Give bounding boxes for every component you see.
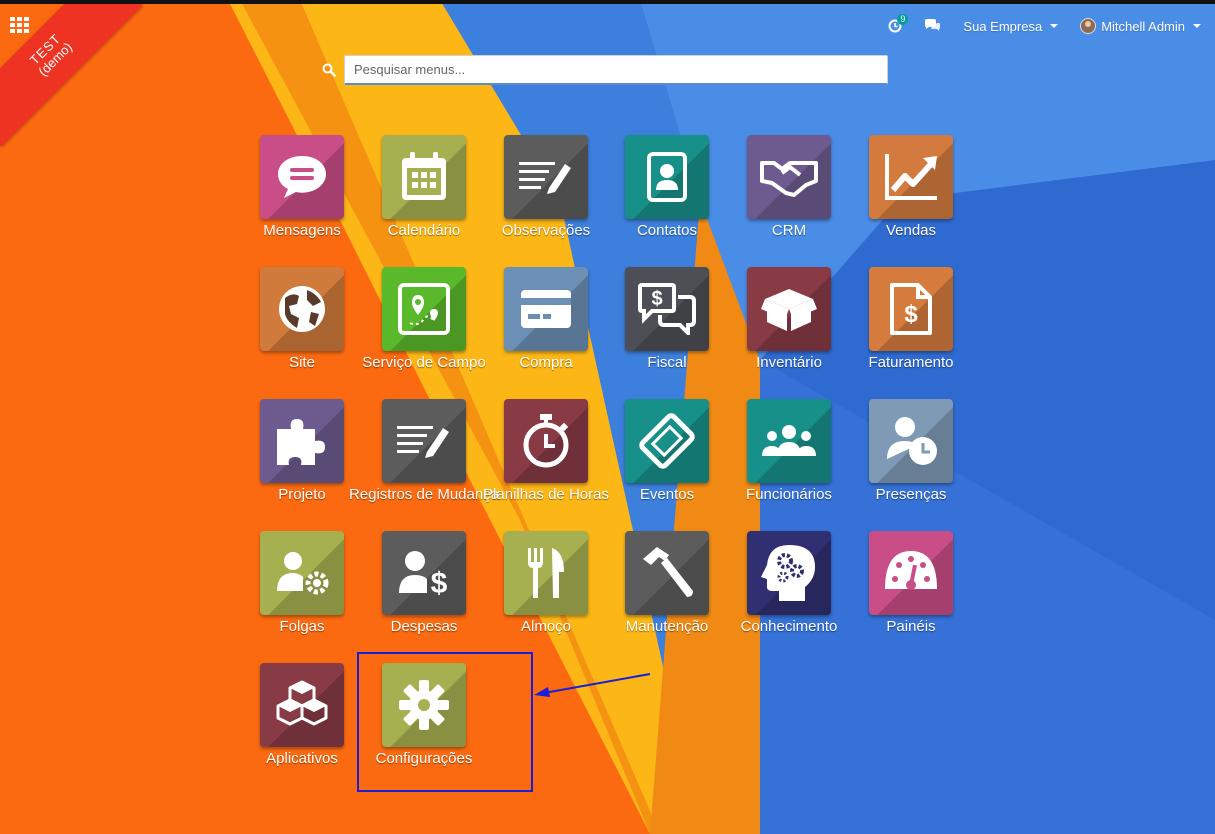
search-input[interactable] <box>344 55 888 85</box>
app-configuracoes[interactable]: Configurações <box>363 663 485 783</box>
user-name: Mitchell Admin <box>1101 18 1185 34</box>
app-label: Configurações <box>375 750 473 767</box>
app-presencas[interactable]: Presenças <box>850 399 972 519</box>
svg-text:$: $ <box>904 301 918 328</box>
app-tile <box>869 399 953 483</box>
company-switcher[interactable]: Sua Empresa <box>963 18 1059 34</box>
messaging-menu[interactable] <box>924 19 941 33</box>
app-label: Faturamento <box>868 354 954 371</box>
app-tile <box>382 399 466 483</box>
app-tile: $ <box>625 267 709 351</box>
app-tile <box>382 663 466 747</box>
search-icon <box>322 63 336 77</box>
app-label: Painéis <box>886 618 936 635</box>
app-vendas[interactable]: Vendas <box>850 135 972 255</box>
app-tile <box>260 399 344 483</box>
company-name: Sua Empresa <box>963 18 1043 34</box>
activity-badge: 9 <box>897 14 909 25</box>
chevron-down-icon <box>1193 24 1201 28</box>
app-tile <box>382 135 466 219</box>
top-border <box>0 0 1215 4</box>
grid-icon <box>10 17 29 33</box>
app-tile <box>382 267 466 351</box>
chevron-down-icon <box>1050 24 1059 28</box>
app-tile <box>747 531 831 615</box>
app-label: Vendas <box>885 222 937 239</box>
app-tile <box>625 399 709 483</box>
apps-menu-toggle[interactable] <box>10 17 29 38</box>
app-tile <box>625 531 709 615</box>
app-tile <box>504 135 588 219</box>
app-tile <box>747 399 831 483</box>
app-tile <box>625 135 709 219</box>
svg-text:$: $ <box>431 567 448 597</box>
app-tile <box>869 135 953 219</box>
app-paineis[interactable]: Painéis <box>850 531 972 651</box>
app-tile <box>747 267 831 351</box>
app-tile <box>504 399 588 483</box>
app-tile <box>504 267 588 351</box>
app-tile <box>504 531 588 615</box>
app-tile <box>869 531 953 615</box>
app-faturamento[interactable]: $ Faturamento <box>850 267 972 387</box>
activity-menu[interactable]: 9 <box>888 14 909 33</box>
svg-text:$: $ <box>651 288 662 310</box>
search-bar <box>322 55 888 85</box>
user-menu[interactable]: Mitchell Admin <box>1080 18 1201 34</box>
app-tile: $ <box>382 531 466 615</box>
systray: 9 Sua Empresa Mitchell Admin <box>866 10 1201 42</box>
app-tile <box>260 135 344 219</box>
app-tile <box>260 531 344 615</box>
avatar <box>1080 18 1097 34</box>
app-tile: $ <box>869 267 953 351</box>
app-tile <box>260 663 344 747</box>
comments-icon <box>925 19 941 31</box>
app-label: Presenças <box>875 486 947 503</box>
app-tile <box>260 267 344 351</box>
annotation-arrow <box>534 673 651 697</box>
app-tile <box>747 135 831 219</box>
